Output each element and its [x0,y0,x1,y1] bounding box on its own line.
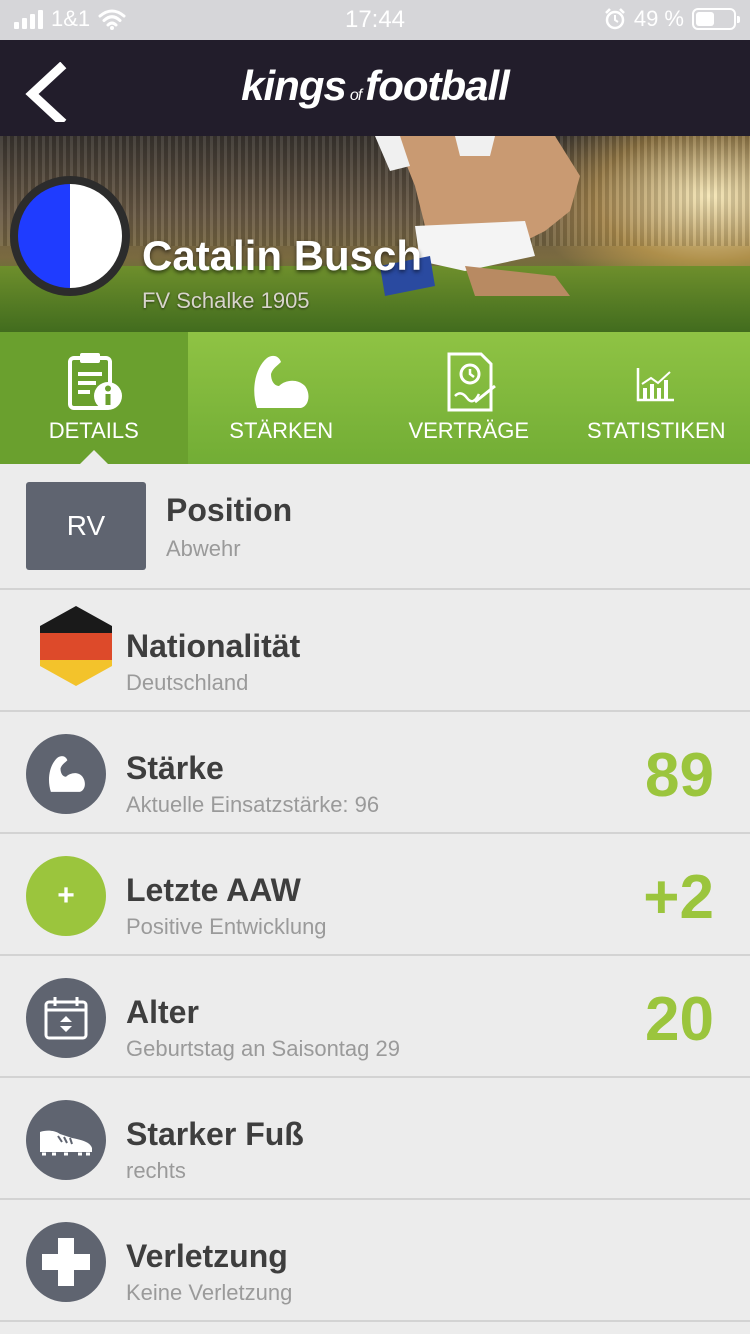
club-logo [10,176,130,296]
player-hero: Catalin Busch FV Schalke 1905 [0,136,750,332]
calendar-icon [44,997,88,1040]
chart-icon [637,368,675,402]
boot-icon [40,1130,92,1156]
contract-icon [447,352,496,412]
list-item-strong-foot: Starker Fuß rechts [0,1078,750,1200]
player-name: Catalin Busch [142,232,423,279]
list-item-strength: Stärke Aktuelle Einsatzstärke: 96 89 [0,712,750,834]
details-list: RV Position Abwehr Nationalität Deutschl… [0,464,750,1322]
app-logo: kings offootball [241,62,510,109]
plus-symbol: + [57,879,75,912]
battery-icon [692,8,740,30]
strength-badge [26,734,106,814]
row-subtitle: Deutschland [126,670,249,695]
germany-flag-icon [40,606,112,686]
row-title: Position [166,492,293,528]
age-value: 20 [645,985,714,1054]
row-subtitle: Aktuelle Einsatzstärke: 96 [126,792,380,817]
muscle-icon [48,756,85,792]
list-item-age: Alter Geburtstag an Saisontag 29 20 [0,956,750,1078]
tab-statistiken-label: STATISTIKEN [586,418,726,443]
tab-vertraege-label: VERTRÄGE [408,418,530,443]
battery-percent: 49 % [633,6,684,31]
row-title: Letzte AAW [126,872,301,908]
list-item-position: RV Position Abwehr [0,464,750,590]
aaw-value: +2 [643,863,714,932]
age-badge [26,978,106,1058]
row-title: Nationalität [126,628,301,664]
row-subtitle: Geburtstag an Saisontag 29 [126,1036,400,1061]
list-item-injury: Verletzung Keine Verletzung [0,1200,750,1322]
row-title: Alter [126,994,199,1030]
tab-staerken-label: STÄRKEN [229,418,334,443]
plus-icon: + [26,856,106,936]
row-subtitle: Positive Entwicklung [126,914,327,939]
alarm-icon [604,8,625,30]
tab-statistiken[interactable]: STATISTIKEN [563,332,750,464]
injury-badge [26,1222,106,1302]
strength-value: 89 [645,741,714,810]
tab-details-label: DETAILS [48,418,139,443]
list-item-last-aaw: + Letzte AAW Positive Entwicklung +2 [0,834,750,956]
tab-staerken[interactable]: STÄRKEN [188,332,376,464]
status-bar: 1&1 17:44 49 % [0,0,750,40]
player-club: FV Schalke 1905 [142,288,310,313]
tab-details[interactable]: DETAILS [0,332,188,464]
row-title: Starker Fuß [126,1116,304,1152]
row-subtitle: rechts [126,1158,186,1183]
row-title: Stärke [126,750,224,786]
position-badge: RV [26,482,146,570]
muscle-icon [254,355,309,408]
row-subtitle: Keine Verletzung [126,1280,293,1305]
list-item-nationality: Nationalität Deutschland [0,590,750,712]
row-title: Verletzung [126,1238,288,1274]
row-subtitle: Abwehr [166,536,241,561]
medical-cross-icon [42,1238,90,1286]
details-icon [67,353,122,410]
nav-bar: kings offootball [0,40,750,136]
player-tabs: DETAILS STÄRKEN VERTRÄGE STATISTIKEN [0,332,750,464]
foot-badge [26,1100,106,1180]
status-right: 49 % [604,6,740,32]
tab-vertraege[interactable]: VERTRÄGE [375,332,563,464]
